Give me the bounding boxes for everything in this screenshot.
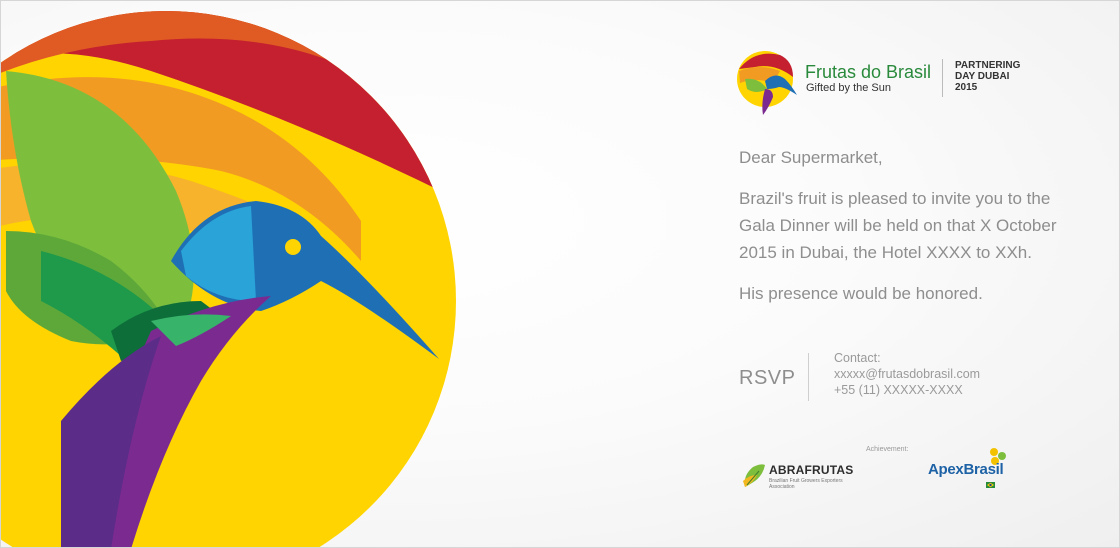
achievement-label: Achievement: xyxy=(866,446,909,453)
apexbrasil-subtitle xyxy=(929,480,985,486)
event-line-2: DAY DUBAI xyxy=(955,71,1010,82)
closing-line: His presence would be honored. xyxy=(739,284,983,303)
logo-divider xyxy=(942,59,943,97)
apexbrasil-name: ApexBrasil xyxy=(928,461,1004,478)
apexbrasil-logo: ApexBrasil xyxy=(926,446,1016,491)
brazil-flag-icon xyxy=(986,482,995,488)
hummingbird-logo-icon xyxy=(737,51,797,115)
contact-label: Contact: xyxy=(834,351,881,365)
rsvp-label: RSVP xyxy=(739,367,796,389)
event-title: PARTNERING DAY DUBAI 2015 xyxy=(955,60,1020,93)
abrafrutas-leaf-icon xyxy=(743,464,765,487)
event-line-3: 2015 xyxy=(955,82,978,93)
brand-tagline: Gifted by the Sun xyxy=(806,82,891,94)
hummingbird-illustration xyxy=(1,11,456,547)
invitation-letter: Dear Supermarket, Brazil's fruit is plea… xyxy=(739,144,1059,307)
contact-phone[interactable]: +55 (11) XXXXX-XXXX xyxy=(834,382,980,398)
salutation: Dear Supermarket, xyxy=(739,148,883,167)
invitation-body: Brazil's fruit is pleased to invite you … xyxy=(739,189,1057,262)
abrafrutas-subtitle: Brazilian Fruit Growers Exporters Associ… xyxy=(769,478,843,490)
abrafrutas-name: ABRAFRUTAS xyxy=(769,463,854,477)
abrafrutas-logo: ABRAFRUTAS Brazilian Fruit Growers Expor… xyxy=(741,461,861,491)
contact-block: Contact: xxxxx@frutasdobrasil.com +55 (1… xyxy=(834,350,980,398)
brand-logo: Frutas do Brasil Gifted by the Sun PARTN… xyxy=(735,49,1035,119)
brand-name: Frutas do Brasil xyxy=(805,62,932,82)
rsvp-divider xyxy=(808,353,809,401)
event-line-1: PARTNERING xyxy=(955,60,1021,71)
contact-email[interactable]: xxxxx@frutasdobrasil.com xyxy=(834,366,980,382)
invitation-card: Frutas do Brasil Gifted by the Sun PARTN… xyxy=(0,0,1120,548)
